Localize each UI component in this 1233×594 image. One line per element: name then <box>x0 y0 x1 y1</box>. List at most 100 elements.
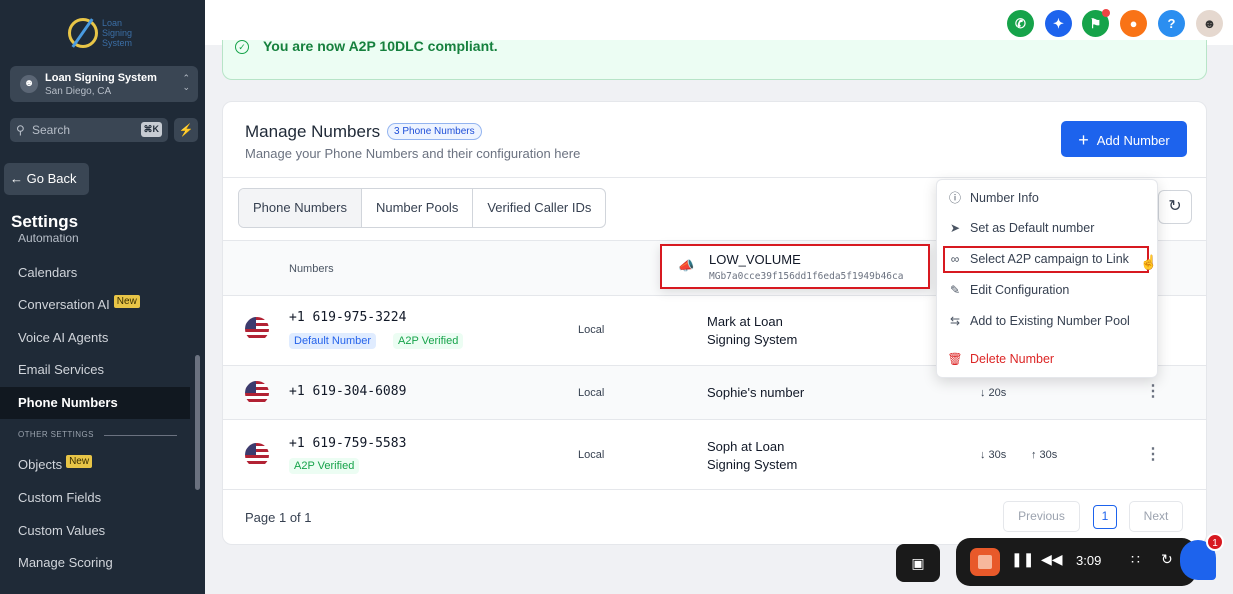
recorder-toolbar: ❚❚ ◀◀ 3:09 ∷ ↻ <box>956 538 1196 586</box>
pencil-icon: ✎ <box>949 283 961 297</box>
page-subtitle: Manage your Phone Numbers and their conf… <box>245 146 581 161</box>
new-badge: New <box>66 455 93 468</box>
tab-number-pools[interactable]: Number Pools <box>362 189 474 227</box>
rewind-icon[interactable]: ◀◀ <box>1041 551 1063 568</box>
lightning-icon[interactable]: ⚡ <box>174 118 198 142</box>
chevron-updown-icon: ⌃ ⌄ <box>182 73 190 92</box>
menu-item-set-default[interactable]: ➤ Set as Default number <box>937 213 1157 243</box>
sidebar-item-voice-ai-agents[interactable]: Voice AI Agents <box>0 322 190 354</box>
search-placeholder: Search <box>32 123 71 137</box>
pause-icon[interactable]: ❚❚ <box>1011 551 1034 568</box>
divider <box>223 177 1206 178</box>
camera-icon[interactable]: ▣ <box>896 544 940 582</box>
more-options-icon[interactable]: ⋮ <box>1145 381 1161 401</box>
shortcut-badge: ⌘K <box>140 122 162 137</box>
number-type: Local <box>578 449 605 461</box>
menu-item-edit-configuration[interactable]: ✎ Edit Configuration <box>937 275 1157 305</box>
search-input[interactable]: ⚲ Search ⌘K <box>10 118 168 142</box>
plus-icon: + <box>1078 130 1089 150</box>
page-number-button[interactable]: 1 <box>1093 505 1117 529</box>
help-icon[interactable]: ? <box>1158 10 1185 37</box>
tab-bar: Phone Numbers Number Pools Verified Call… <box>238 188 607 228</box>
sidebar-item-manage-scoring[interactable]: Manage Scoring <box>0 547 190 579</box>
bell-icon[interactable]: ● <box>1120 10 1147 37</box>
info-icon: ⓘ <box>948 191 961 205</box>
go-back-button[interactable]: ← Go Back <box>4 163 89 195</box>
default-number-badge: Default Number <box>289 333 377 349</box>
number-name: Soph at Loan Signing System <box>707 439 798 472</box>
menu-item-delete-number[interactable]: 🗑 Delete Number <box>937 344 1157 374</box>
compliance-banner: ✓ You are now A2P 10DLC compliant. <box>222 38 1207 80</box>
sidebar: Loan Signing System ☻ Loan Signing Syste… <box>0 0 205 594</box>
next-button[interactable]: Next <box>1129 501 1183 532</box>
tab-verified-caller-ids[interactable]: Verified Caller IDs <box>473 189 605 227</box>
phone-number: +1 619-759-5583 <box>289 436 407 451</box>
sidebar-item-objects[interactable]: Objects New <box>0 449 190 481</box>
location-switcher[interactable]: ☻ Loan Signing System San Diego, CA ⌃ ⌄ <box>10 66 198 102</box>
table-row[interactable]: +1 619-759-5583 A2P Verified Local Soph … <box>223 420 1206 490</box>
number-type: Local <box>578 324 605 336</box>
us-flag-icon <box>245 381 269 405</box>
phone-icon[interactable]: ✆ <box>1007 10 1034 37</box>
trash-icon: 🗑 <box>947 352 963 366</box>
a2p-verified-badge: A2P Verified <box>289 458 360 474</box>
location-name: Loan Signing System <box>45 72 157 84</box>
megaphone-icon[interactable]: ⚑ <box>1082 9 1110 37</box>
section-label-other-settings: OTHER SETTINGS <box>18 430 94 439</box>
divider <box>104 435 177 436</box>
user-avatar[interactable]: ☻ <box>1196 10 1223 37</box>
column-header-numbers: Numbers <box>289 263 334 275</box>
tab-phone-numbers[interactable]: Phone Numbers <box>239 189 362 227</box>
pin-icon: ➤ <box>949 221 961 235</box>
chat-notification-badge: 1 <box>1206 533 1224 551</box>
a2p-verified-badge: A2P Verified <box>393 333 464 349</box>
phone-number: +1 619-304-6089 <box>289 384 407 399</box>
sidebar-scrollbar[interactable] <box>195 355 200 490</box>
row-actions-menu: ⓘ Number Info ➤ Set as Default number ∞ Sel… <box>936 179 1158 378</box>
sidebar-item-custom-values[interactable]: Custom Values <box>0 515 190 547</box>
us-flag-icon <box>245 317 269 341</box>
phone-number: +1 619-975-3224 <box>289 310 407 325</box>
swap-icon: ⇆ <box>949 314 961 328</box>
stop-record-button[interactable] <box>970 548 1000 576</box>
logo-text: Loan Signing System <box>102 18 133 48</box>
settings-title: Settings <box>11 212 79 231</box>
check-circle-icon: ✓ <box>235 40 249 54</box>
count-badge: 3 Phone Numbers <box>387 123 482 140</box>
sidebar-item-automation[interactable]: Automation <box>18 234 79 244</box>
restart-icon[interactable]: ↻ <box>1161 551 1173 568</box>
sparkle-icon[interactable]: ✦ <box>1045 10 1072 37</box>
search-icon: ⚲ <box>16 123 25 137</box>
location-avatar-icon: ☻ <box>20 75 38 93</box>
number-name: Sophie's number <box>707 385 805 400</box>
notification-dot <box>1102 9 1110 17</box>
company-logo[interactable]: Loan Signing System <box>64 14 144 54</box>
more-options-icon[interactable]: ⋮ <box>1145 444 1161 464</box>
us-flag-icon <box>245 443 269 467</box>
sidebar-item-custom-fields[interactable]: Custom Fields <box>0 482 190 514</box>
menu-item-add-to-pool[interactable]: ⇆ Add to Existing Number Pool <box>937 306 1157 336</box>
add-number-button[interactable]: + Add Number <box>1061 121 1187 157</box>
sidebar-item-phone-numbers[interactable]: Phone Numbers <box>0 387 190 419</box>
hand-cursor-icon: ☝ <box>1140 254 1158 270</box>
menu-item-number-info[interactable]: ⓘ Number Info <box>937 183 1157 213</box>
inbound-timeout: ↓ 20s <box>980 387 1007 399</box>
sidebar-item-conversation-ai[interactable]: Conversation AI New <box>0 289 190 321</box>
refresh-icon[interactable]: ↻ <box>1158 190 1192 224</box>
sidebar-item-calendars[interactable]: Calendars <box>0 257 190 289</box>
megaphone-icon: 📣 <box>678 258 695 273</box>
grid-icon[interactable]: ∷ <box>1131 551 1140 568</box>
previous-button[interactable]: Previous <box>1003 501 1080 532</box>
number-type: Local <box>578 387 605 399</box>
inbound-timeout: ↓ 30s <box>980 449 1007 461</box>
highlight-box <box>943 246 1149 273</box>
campaign-title: LOW_VOLUME <box>709 252 801 267</box>
number-name: Mark at Loan Signing System <box>707 314 798 347</box>
pagination-label: Page 1 of 1 <box>245 510 312 525</box>
location-city: San Diego, CA <box>45 86 112 97</box>
sidebar-item-email-services[interactable]: Email Services <box>0 354 190 386</box>
recording-time: 3:09 <box>1076 553 1102 568</box>
a2p-campaign-option[interactable]: 📣 LOW_VOLUME MGb7a0cce39f156dd1f6eda5f19… <box>660 244 930 289</box>
campaign-id: MGb7a0cce39f156dd1f6eda5f1949b46ca <box>709 271 904 282</box>
outbound-timeout: ↑ 30s <box>1031 449 1058 461</box>
